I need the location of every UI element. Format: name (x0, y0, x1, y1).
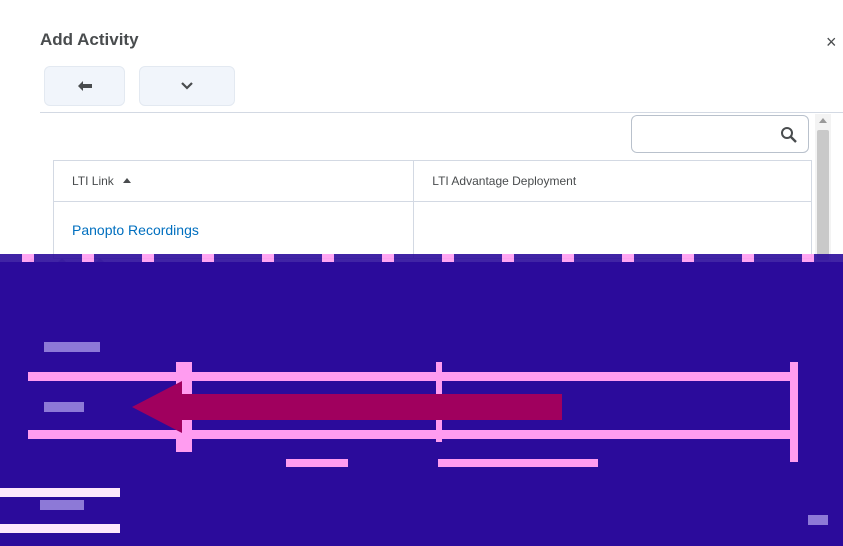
chevron-down-icon (181, 82, 193, 90)
column-header-lti-link[interactable]: LTI Link (52, 160, 415, 202)
arrow-left-icon (77, 81, 92, 91)
glitch-noise (808, 515, 828, 525)
table-row: Panopto Recordings (52, 201, 812, 259)
column-header-label: LTI Link (72, 174, 114, 188)
glitch-line (790, 362, 798, 462)
more-options-button[interactable] (139, 66, 235, 106)
lti-link[interactable]: Panopto Recordings (72, 222, 199, 238)
glitch-noise (44, 342, 100, 352)
scroll-up-icon[interactable] (819, 118, 827, 123)
column-header-label: LTI Advantage Deployment (432, 174, 577, 188)
glitch-noise (44, 402, 84, 412)
lti-table: LTI Link LTI Advantage Deployment Panopt… (52, 160, 812, 259)
back-button[interactable] (44, 66, 125, 106)
glitch-noise (40, 500, 84, 510)
column-header-deployment[interactable]: LTI Advantage Deployment (413, 160, 812, 202)
glitch-arrow-shaft (178, 394, 562, 420)
dialog-title: Add Activity (40, 30, 139, 49)
arrow-left-icon (132, 381, 182, 433)
search-input[interactable] (638, 122, 772, 148)
scrollbar-thumb[interactable] (817, 130, 829, 260)
search-icon[interactable] (780, 126, 798, 144)
glitch-line (28, 372, 798, 381)
toolbar-divider (40, 112, 843, 113)
glitch-line (286, 459, 348, 467)
search-field[interactable] (631, 115, 809, 153)
sort-ascending-icon (123, 178, 132, 183)
close-button[interactable]: × (826, 32, 837, 53)
glitch-line (0, 524, 120, 533)
table-cell-link: Panopto Recordings (52, 201, 415, 259)
table-cell-deployment (413, 201, 812, 259)
glitch-line (0, 488, 120, 497)
glitch-line (438, 459, 598, 467)
